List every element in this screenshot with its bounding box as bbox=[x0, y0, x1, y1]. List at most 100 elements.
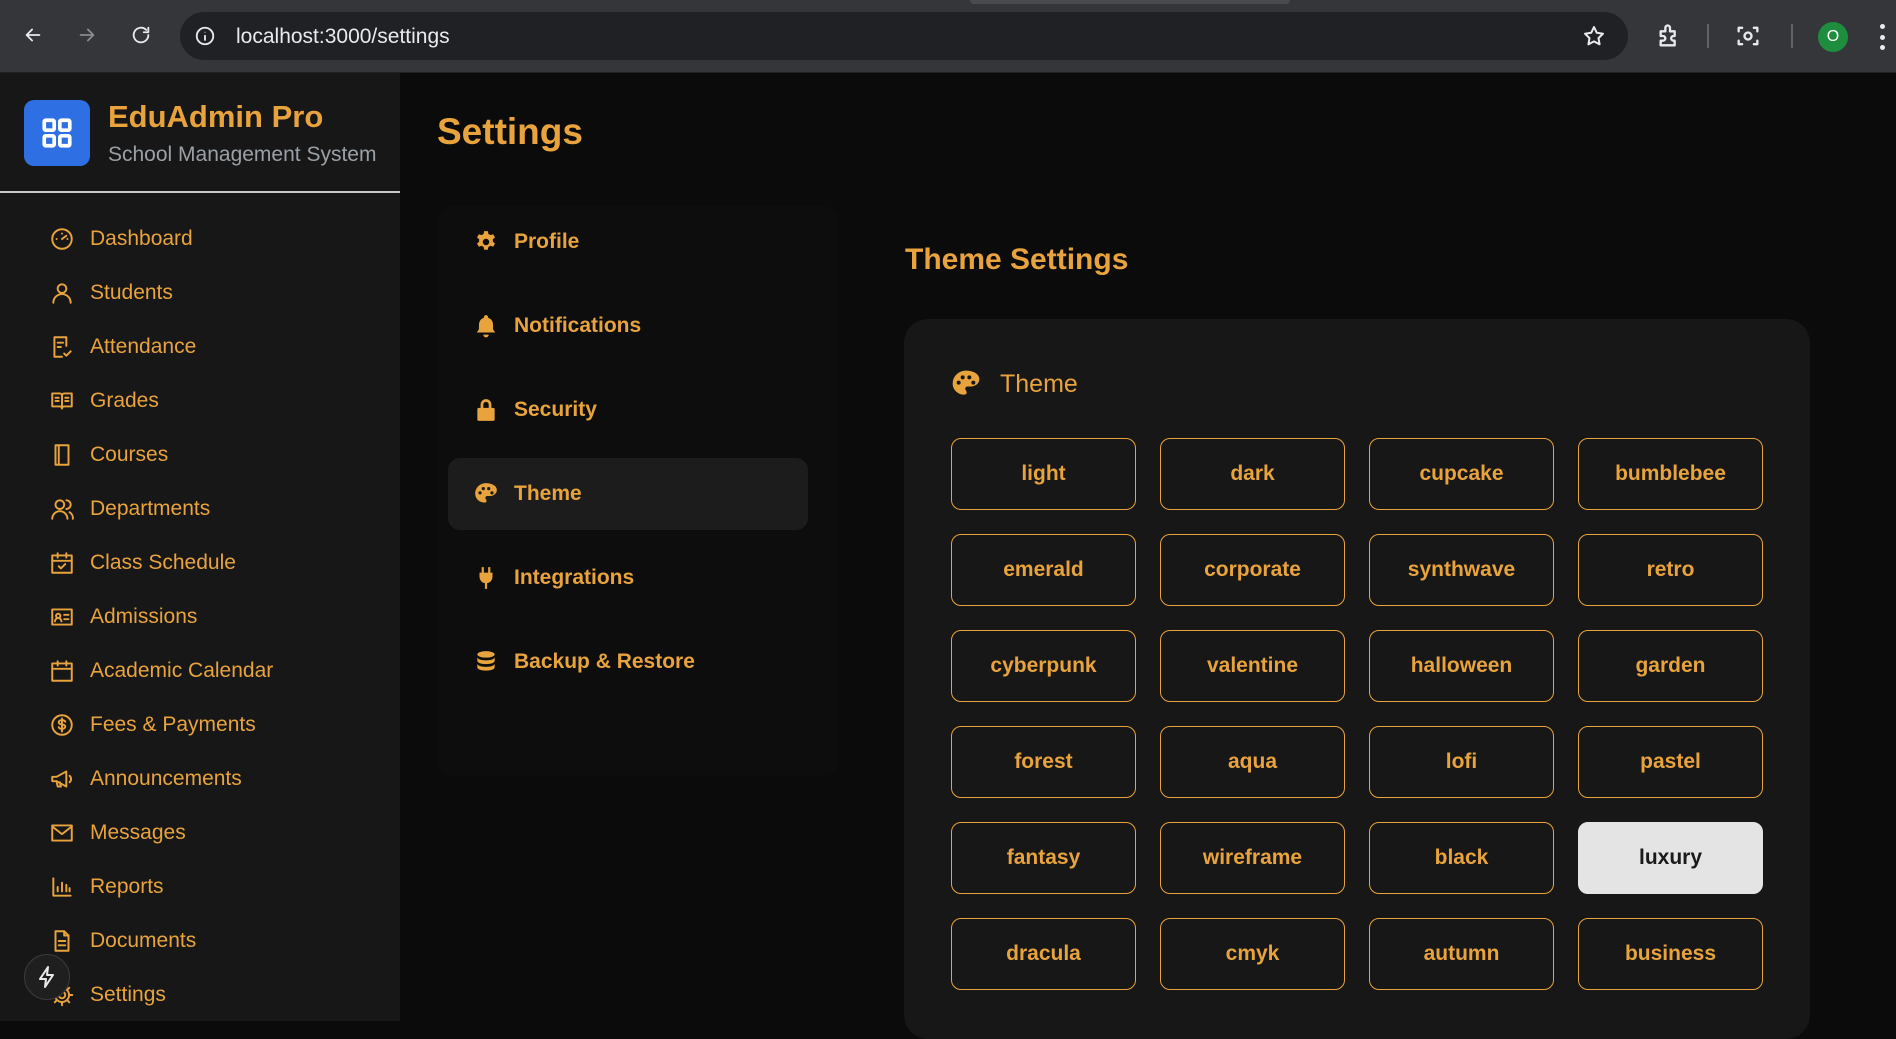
theme-button-cupcake[interactable]: cupcake bbox=[1369, 438, 1554, 510]
calendar-icon bbox=[48, 657, 76, 685]
theme-button-cmyk[interactable]: cmyk bbox=[1160, 918, 1345, 990]
back-button[interactable] bbox=[16, 18, 50, 52]
extensions-icon[interactable] bbox=[1656, 22, 1684, 50]
arrow-left-icon bbox=[25, 28, 41, 42]
card-header: Theme bbox=[950, 368, 1078, 400]
dashboard-icon bbox=[48, 225, 76, 253]
browser-toolbar: localhost:3000/settings O bbox=[0, 0, 1896, 73]
sidebar-item-students[interactable]: Students bbox=[48, 273, 173, 313]
screenshot-icon[interactable] bbox=[1734, 22, 1762, 50]
sidebar-item-admissions[interactable]: Admissions bbox=[48, 597, 197, 637]
sidebar-item-attendance[interactable]: Attendance bbox=[48, 327, 196, 367]
tab-security[interactable]: Security bbox=[448, 374, 808, 446]
theme-button-bumblebee[interactable]: bumblebee bbox=[1578, 438, 1763, 510]
theme-button-wireframe[interactable]: wireframe bbox=[1160, 822, 1345, 894]
sidebar-item-reports[interactable]: Reports bbox=[48, 867, 164, 907]
tab-integrations[interactable]: Integrations bbox=[448, 542, 808, 614]
sidebar-item-documents[interactable]: Documents bbox=[48, 921, 196, 961]
app-logo bbox=[24, 100, 90, 166]
theme-button-aqua[interactable]: aqua bbox=[1160, 726, 1345, 798]
sidebar-item-class-schedule[interactable]: Class Schedule bbox=[48, 543, 236, 583]
theme-button-autumn[interactable]: autumn bbox=[1369, 918, 1554, 990]
settings-nav: Profile Notifications Security Theme Int… bbox=[438, 206, 838, 776]
database-icon bbox=[472, 648, 500, 676]
bar-chart-icon bbox=[48, 873, 76, 901]
sidebar-item-messages[interactable]: Messages bbox=[48, 813, 186, 853]
attendance-icon bbox=[48, 333, 76, 361]
toolbar-divider bbox=[1791, 24, 1793, 48]
theme-button-emerald[interactable]: emerald bbox=[951, 534, 1136, 606]
sidebar-item-label: Class Schedule bbox=[90, 551, 236, 574]
sidebar-item-courses[interactable]: Courses bbox=[48, 435, 168, 475]
profile-avatar[interactable]: O bbox=[1818, 22, 1848, 52]
app-subtitle: School Management System bbox=[108, 143, 377, 166]
tab-label: Theme bbox=[514, 482, 582, 505]
book-open-icon bbox=[48, 387, 76, 415]
forward-button[interactable] bbox=[70, 18, 104, 52]
main-content: Settings Profile Notifications Security … bbox=[400, 73, 1896, 1039]
palette-icon bbox=[472, 480, 500, 508]
dollar-circle-icon bbox=[48, 711, 76, 739]
sidebar-item-label: Courses bbox=[90, 443, 169, 466]
reload-button[interactable] bbox=[124, 18, 158, 52]
quick-action-button[interactable] bbox=[24, 954, 70, 1000]
tab-theme[interactable]: Theme bbox=[448, 458, 808, 530]
sidebar-item-label: Admissions bbox=[90, 605, 198, 628]
sidebar-item-fees-payments[interactable]: Fees & Payments bbox=[48, 705, 256, 745]
sidebar-item-announcements[interactable]: Announcements bbox=[48, 759, 242, 799]
tab-profile[interactable]: Profile bbox=[448, 206, 808, 278]
tab-backup-restore[interactable]: Backup & Restore bbox=[448, 626, 808, 698]
theme-button-luxury[interactable]: luxury bbox=[1578, 822, 1763, 894]
users-icon bbox=[48, 495, 76, 523]
theme-button-halloween[interactable]: halloween bbox=[1369, 630, 1554, 702]
theme-button-pastel[interactable]: pastel bbox=[1578, 726, 1763, 798]
theme-button-cyberpunk[interactable]: cyberpunk bbox=[951, 630, 1136, 702]
theme-grid: light dark cupcake bumblebee emerald corporat… bbox=[951, 438, 1763, 990]
book-icon bbox=[48, 441, 76, 469]
sidebar-item-label: Announcements bbox=[90, 767, 242, 790]
tab-label: Profile bbox=[514, 230, 580, 253]
bell-icon bbox=[472, 312, 500, 340]
browser-menu-icon[interactable] bbox=[1878, 24, 1886, 50]
theme-button-valentine[interactable]: valentine bbox=[1160, 630, 1345, 702]
theme-button-dark[interactable]: dark bbox=[1160, 438, 1345, 510]
tab-notifications[interactable]: Notifications bbox=[448, 290, 808, 362]
url-text[interactable]: localhost:3000/settings bbox=[236, 25, 450, 49]
sidebar-item-label: Grades bbox=[90, 389, 159, 412]
sidebar-item-label: Settings bbox=[90, 983, 166, 1006]
card-title: Theme bbox=[1000, 369, 1078, 398]
section-title: Theme Settings bbox=[905, 243, 1129, 276]
sidebar-item-label: Departments bbox=[90, 497, 211, 520]
sidebar-item-label: Students bbox=[90, 281, 173, 304]
mail-icon bbox=[48, 819, 76, 847]
sidebar-item-label: Reports bbox=[90, 875, 164, 898]
theme-button-garden[interactable]: garden bbox=[1578, 630, 1763, 702]
grid-icon bbox=[42, 118, 72, 148]
page-title: Settings bbox=[437, 111, 583, 152]
theme-button-fantasy[interactable]: fantasy bbox=[951, 822, 1136, 894]
site-info-icon[interactable] bbox=[194, 25, 216, 47]
sidebar-item-academic-calendar[interactable]: Academic Calendar bbox=[48, 651, 273, 691]
arrow-right-icon bbox=[79, 28, 95, 42]
theme-button-dracula[interactable]: dracula bbox=[951, 918, 1136, 990]
theme-button-business[interactable]: business bbox=[1578, 918, 1763, 990]
theme-button-corporate[interactable]: corporate bbox=[1160, 534, 1345, 606]
theme-button-lofi[interactable]: lofi bbox=[1369, 726, 1554, 798]
sidebar-item-label: Dashboard bbox=[90, 227, 193, 250]
sidebar-item-grades[interactable]: Grades bbox=[48, 381, 159, 421]
sidebar-item-dashboard[interactable]: Dashboard bbox=[48, 219, 193, 259]
theme-button-forest[interactable]: forest bbox=[951, 726, 1136, 798]
reload-icon bbox=[132, 26, 150, 44]
calendar-check-icon bbox=[48, 549, 76, 577]
theme-button-synthwave[interactable]: synthwave bbox=[1369, 534, 1554, 606]
theme-button-black[interactable]: black bbox=[1369, 822, 1554, 894]
bookmark-star-icon[interactable] bbox=[1582, 24, 1606, 48]
sidebar-item-label: Attendance bbox=[90, 335, 197, 358]
lightning-icon bbox=[39, 966, 54, 988]
theme-button-light[interactable]: light bbox=[951, 438, 1136, 510]
theme-card: Theme light dark cupcake bumblebee emerald co… bbox=[904, 319, 1810, 1039]
toolbar-divider bbox=[1707, 24, 1709, 48]
theme-button-retro[interactable]: retro bbox=[1578, 534, 1763, 606]
address-bar[interactable]: localhost:3000/settings bbox=[180, 12, 1628, 60]
sidebar-item-departments[interactable]: Departments bbox=[48, 489, 210, 529]
